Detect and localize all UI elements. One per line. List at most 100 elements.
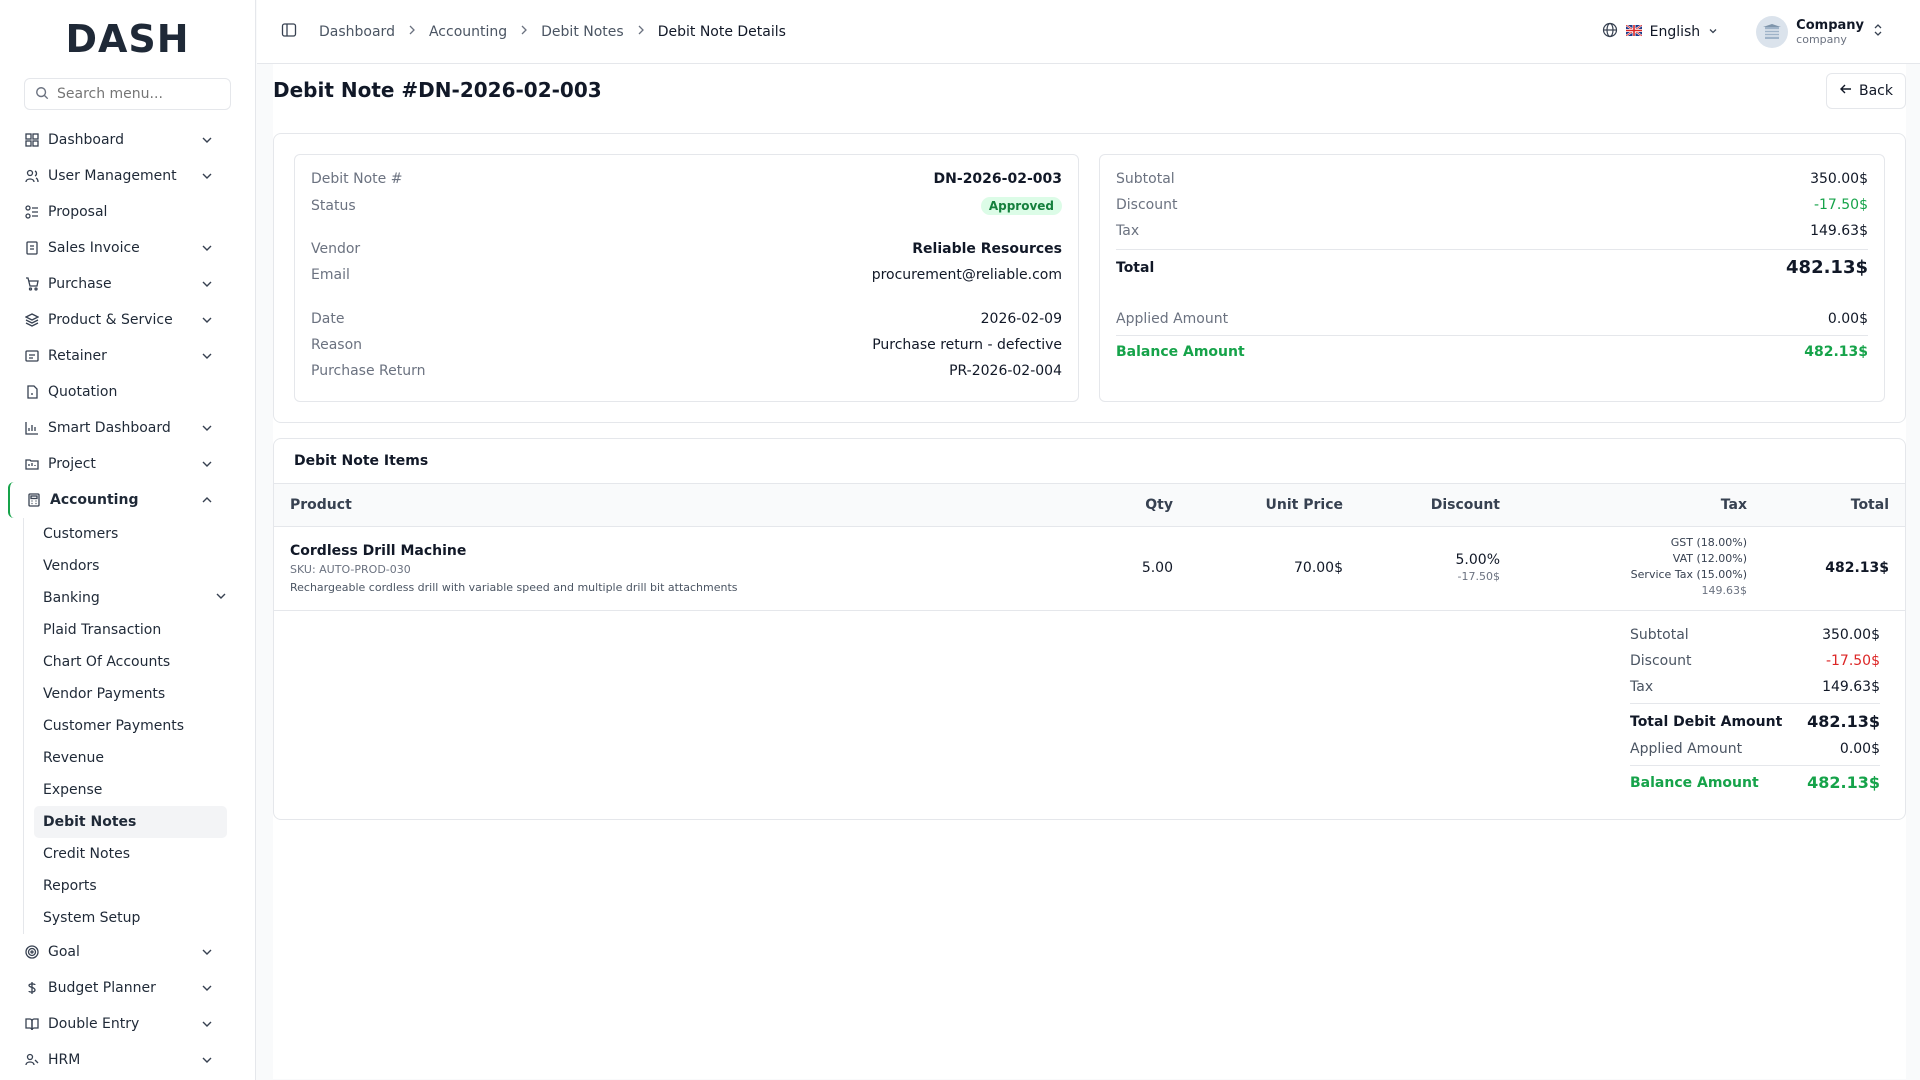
subitem-label: Reports bbox=[43, 878, 97, 894]
totals-discount: Discount -17.50$ bbox=[1630, 653, 1880, 669]
sidebar-item-label: Retainer bbox=[48, 348, 107, 364]
sidebar-item-product-service[interactable]: Product & Service bbox=[8, 302, 239, 338]
detail-vendor: Vendor Reliable Resources bbox=[311, 241, 1062, 257]
back-label: Back bbox=[1859, 83, 1893, 99]
language-selector[interactable]: English bbox=[1602, 22, 1719, 42]
label: Purchase Return bbox=[311, 363, 426, 379]
summary-applied: Applied Amount 0.00$ bbox=[1116, 311, 1868, 327]
summary-discount: Discount -17.50$ bbox=[1116, 197, 1868, 213]
label: Balance Amount bbox=[1630, 774, 1759, 791]
sidebar-item-budget-planner[interactable]: Budget Planner bbox=[8, 970, 239, 1006]
tax-line: Service Tax (15.00%) bbox=[1630, 568, 1747, 581]
sidebar-item-label: Purchase bbox=[48, 276, 112, 292]
sidebar-item-label: Smart Dashboard bbox=[48, 420, 171, 436]
summary-total: Total 482.13$ bbox=[1116, 257, 1868, 278]
sidebar-item-retainer[interactable]: Retainer bbox=[8, 338, 239, 374]
sidebar-item-user-management[interactable]: User Management bbox=[8, 158, 239, 194]
value: Reliable Resources bbox=[912, 241, 1062, 257]
sidebar-subitem-revenue[interactable]: Revenue bbox=[34, 742, 227, 774]
chevron-updown-icon bbox=[1872, 22, 1884, 41]
sidebar-item-quotation[interactable]: Quotation bbox=[8, 374, 239, 410]
items-title: Debit Note Items bbox=[294, 453, 429, 469]
sidebar-item-smart-dashboard[interactable]: Smart Dashboard bbox=[8, 410, 239, 446]
sidebar-item-proposal[interactable]: Proposal bbox=[8, 194, 239, 230]
value: -17.50$ bbox=[1813, 197, 1868, 213]
sidebar-item-label: Budget Planner bbox=[48, 980, 156, 996]
sidebar-subitem-reports[interactable]: Reports bbox=[34, 870, 227, 902]
table-row: Cordless Drill Machine SKU: AUTO-PROD-03… bbox=[274, 527, 1905, 611]
sidebar-subitem-debit-notes[interactable]: Debit Notes bbox=[34, 806, 227, 838]
search-input[interactable] bbox=[57, 86, 227, 102]
back-button[interactable]: Back bbox=[1826, 73, 1906, 109]
breadcrumb-accounting[interactable]: Accounting bbox=[429, 24, 507, 40]
detail-status: Status Approved bbox=[311, 197, 1062, 215]
dollar-icon bbox=[24, 980, 40, 996]
sidebar-toggle-icon[interactable] bbox=[281, 22, 297, 42]
label: Total Debit Amount bbox=[1630, 713, 1783, 730]
sidebar-item-double-entry[interactable]: Double Entry bbox=[8, 1006, 239, 1042]
tax-line: VAT (12.00%) bbox=[1672, 552, 1747, 565]
sidebar-item-label: Quotation bbox=[48, 384, 118, 400]
users-icon bbox=[24, 168, 40, 184]
sidebar-subitem-customers[interactable]: Customers bbox=[34, 518, 227, 550]
value: Purchase return - defective bbox=[872, 337, 1062, 353]
sidebar-subitem-vendor-payments[interactable]: Vendor Payments bbox=[34, 678, 227, 710]
top-header: Dashboard Accounting Debit Notes Debit N… bbox=[257, 0, 1920, 64]
details-panel: Debit Note # DN-2026-02-003 Status Approve… bbox=[294, 154, 1079, 402]
chevron-down-icon bbox=[215, 590, 227, 606]
value: 0.00$ bbox=[1839, 741, 1880, 757]
breadcrumb-debit-notes[interactable]: Debit Notes bbox=[541, 24, 624, 40]
breadcrumb-dashboard[interactable]: Dashboard bbox=[319, 24, 395, 40]
cart-icon bbox=[24, 276, 40, 292]
sidebar-item-label: Product & Service bbox=[48, 312, 173, 328]
sidebar-subitem-banking[interactable]: Banking bbox=[34, 582, 227, 614]
chevron-down-icon bbox=[201, 314, 213, 326]
chevron-down-icon bbox=[201, 1054, 213, 1066]
sidebar-item-sales-invoice[interactable]: Sales Invoice bbox=[8, 230, 239, 266]
main-content: Debit Note # DN-2026-02-003 Back Debit No… bbox=[273, 64, 1906, 1079]
uk-flag-icon bbox=[1625, 23, 1643, 40]
sidebar-nav: Dashboard User Management Proposal Sales… bbox=[0, 122, 255, 1078]
sidebar-item-label: HRM bbox=[48, 1052, 81, 1068]
subitem-label: Revenue bbox=[43, 750, 104, 766]
value: 482.13$ bbox=[1786, 257, 1868, 278]
subitem-label: Vendor Payments bbox=[43, 686, 166, 702]
user-icon bbox=[24, 1052, 40, 1068]
value: PR-2026-02-004 bbox=[949, 363, 1062, 379]
label: Discount bbox=[1630, 653, 1692, 669]
header-actions: English Company company bbox=[1602, 15, 1884, 48]
sidebar-item-hrm[interactable]: HRM bbox=[8, 1042, 239, 1078]
chevron-right-icon bbox=[519, 24, 529, 39]
sidebar-subitem-vendors[interactable]: Vendors bbox=[34, 550, 227, 582]
item-discount-pct: 5.00% bbox=[1455, 552, 1500, 568]
sidebar-subitem-system-setup[interactable]: System Setup bbox=[34, 902, 227, 934]
product-name: Cordless Drill Machine bbox=[290, 543, 467, 559]
sidebar-item-purchase[interactable]: Purchase bbox=[8, 266, 239, 302]
sidebar-subitem-customer-payments[interactable]: Customer Payments bbox=[34, 710, 227, 742]
col-unit-price: Unit Price bbox=[1265, 497, 1343, 513]
logo[interactable]: DASH bbox=[0, 0, 255, 78]
col-discount: Discount bbox=[1430, 497, 1500, 513]
sidebar-item-goal[interactable]: Goal bbox=[8, 934, 239, 970]
sidebar-item-dashboard[interactable]: Dashboard bbox=[8, 122, 239, 158]
sidebar-item-project[interactable]: Project bbox=[8, 446, 239, 482]
value: 350.00$ bbox=[1810, 171, 1868, 187]
grid-icon bbox=[24, 132, 40, 148]
sidebar-subitem-chart-of-accounts[interactable]: Chart Of Accounts bbox=[34, 646, 227, 678]
subitem-label: System Setup bbox=[43, 910, 141, 926]
chart-icon bbox=[24, 420, 40, 436]
chevron-down-icon bbox=[201, 982, 213, 994]
sidebar-subitem-plaid-transaction[interactable]: Plaid Transaction bbox=[34, 614, 227, 646]
calculator-icon bbox=[26, 492, 42, 508]
sidebar-subitem-expense[interactable]: Expense bbox=[34, 774, 227, 806]
invoice-icon bbox=[24, 240, 40, 256]
sidebar-subitem-credit-notes[interactable]: Credit Notes bbox=[34, 838, 227, 870]
label: Vendor bbox=[311, 241, 361, 257]
company-switcher[interactable]: Company company bbox=[1756, 15, 1884, 48]
col-product: Product bbox=[290, 497, 352, 513]
sidebar-item-accounting[interactable]: Accounting bbox=[8, 482, 239, 518]
subitem-label: Customer Payments bbox=[43, 718, 185, 734]
search-box[interactable] bbox=[24, 78, 231, 110]
subitem-label: Customers bbox=[43, 526, 119, 542]
subitem-label: Vendors bbox=[43, 558, 100, 574]
